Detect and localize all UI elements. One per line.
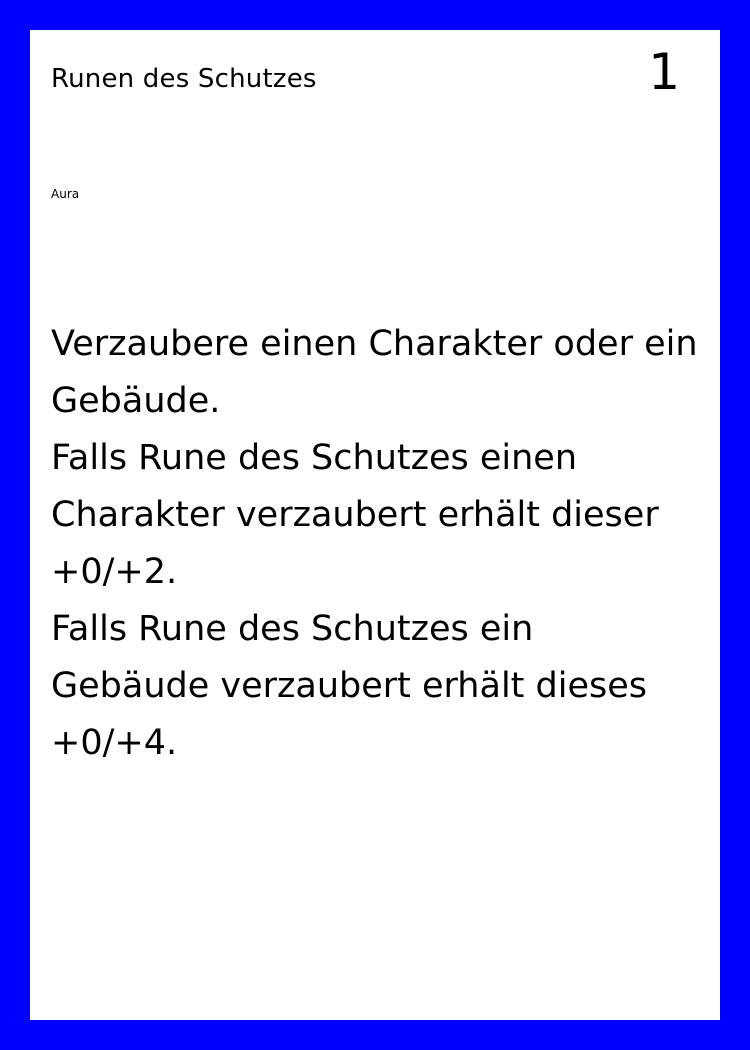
card: Runen des Schutzes 1 Aura Verzaubere ein… xyxy=(30,30,720,1020)
rules-line: Falls Rune des Schutzes einen Charakter … xyxy=(51,438,659,592)
rules-line: Falls Rune des Schutzes ein Gebäude verz… xyxy=(51,609,647,763)
card-cost: 1 xyxy=(648,43,680,101)
card-rules-text: Verzaubere einen Charakter oder ein Gebä… xyxy=(51,316,701,772)
rules-line: Verzaubere einen Charakter oder ein Gebä… xyxy=(51,324,698,421)
card-type: Aura xyxy=(51,187,80,201)
card-title: Runen des Schutzes xyxy=(51,64,317,94)
